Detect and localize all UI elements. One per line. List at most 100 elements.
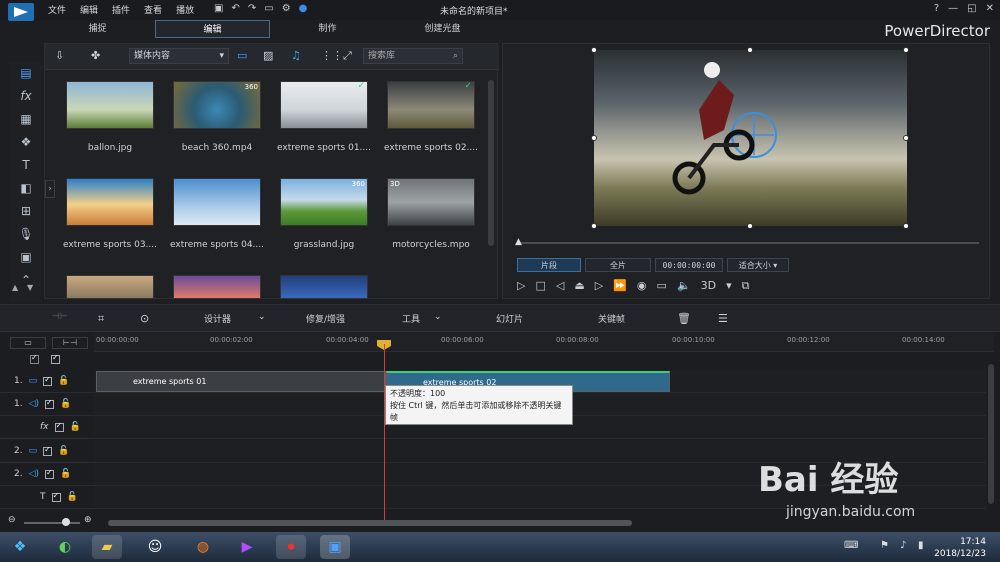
media-thumb-grassland[interactable]: 360 (280, 178, 368, 226)
trash-icon[interactable]: 🗑 (677, 312, 691, 325)
menu-file[interactable]: 文件 (48, 3, 66, 16)
image-filter-icon[interactable]: ▨ (263, 49, 273, 62)
undock-icon[interactable]: ⧉ (742, 279, 750, 293)
preview-seek-bar[interactable] (517, 242, 979, 244)
resize-handle[interactable] (591, 135, 597, 141)
track-enable-checkbox[interactable] (51, 491, 61, 502)
zoom-out-icon[interactable]: ⊖ (8, 515, 16, 525)
media-thumb-partial[interactable] (280, 275, 368, 299)
redo-icon[interactable]: ↷ (248, 3, 256, 14)
tray-network-icon[interactable]: ⚑ (880, 540, 889, 551)
minimize-icon[interactable]: — (948, 3, 958, 14)
tab-produce[interactable]: 制作 (270, 20, 385, 38)
close-icon[interactable]: ✕ (986, 3, 994, 14)
media-thumb-partial[interactable] (173, 275, 261, 299)
taskbar-clock[interactable]: 17:14 2018/12/23 (934, 536, 986, 560)
media-thumb-extreme-02[interactable]: ✓ (387, 81, 475, 129)
split-icon[interactable]: ⏏ (574, 279, 584, 293)
start-button-icon[interactable]: ❖ (4, 535, 36, 559)
library-scrollbar[interactable] (488, 80, 494, 246)
menu-plugins[interactable]: 插件 (112, 3, 130, 16)
transition-room-icon[interactable]: ◧ (10, 177, 42, 200)
aspect-ratio-icon[interactable]: ▭ (264, 3, 273, 14)
qq-icon[interactable]: ☺ (140, 535, 170, 559)
undo-icon[interactable]: ↶ (231, 3, 239, 14)
next-frame-icon[interactable]: ▷ (595, 279, 603, 293)
keyframe-button[interactable]: 关键帧 (598, 312, 625, 325)
media-thumb-extreme-03[interactable] (66, 178, 154, 226)
more-features-icon[interactable]: ☰ (718, 312, 728, 325)
resize-handle[interactable] (591, 223, 597, 229)
help-icon[interactable]: ? (934, 3, 939, 14)
resize-handle[interactable] (747, 47, 753, 53)
settings-gear-icon[interactable]: ⚙ (282, 3, 291, 14)
lock-icon[interactable]: 🔓 (60, 399, 71, 409)
stop-icon[interactable]: □ (535, 279, 545, 293)
media-thumb-extreme-04[interactable] (173, 178, 261, 226)
3d-mode-button[interactable]: 3D (701, 279, 716, 293)
lock-icon[interactable]: 🔓 (70, 422, 81, 432)
enable-all-checkbox[interactable] (51, 353, 60, 364)
track-manager-icon[interactable]: ▭ (10, 337, 46, 349)
powerdirector-taskbar-icon[interactable]: ▣ (320, 535, 350, 559)
media-thumb-extreme-01[interactable]: ✓ (280, 81, 368, 129)
prev-frame-icon[interactable]: ◁ (556, 279, 564, 293)
chevron-down-icon[interactable]: ⌄ (434, 312, 442, 322)
tray-volume-icon[interactable]: ♪ (900, 540, 906, 551)
tab-capture[interactable]: 捕捉 (40, 20, 155, 38)
designer-button[interactable]: 设计器 (204, 312, 231, 325)
timecode-display[interactable]: 00:00:00:00 (655, 258, 723, 272)
media-room-icon[interactable]: ▤ (10, 62, 42, 85)
tray-keyboard-icon[interactable]: ⌨ (844, 540, 858, 551)
timeline-clip[interactable]: extreme sports 01 (96, 371, 386, 392)
crop-icon[interactable]: ⌗ (98, 312, 104, 326)
tab-create-disc[interactable]: 创建光盘 (385, 20, 500, 38)
menu-playback[interactable]: 播放 (176, 3, 194, 16)
track-enable-checkbox[interactable] (45, 398, 55, 409)
play-icon[interactable]: ▷ (517, 279, 525, 293)
chevron-down-icon[interactable]: ⌄ (258, 312, 266, 322)
zoom-slider[interactable] (24, 522, 80, 524)
timeline-v-scrollbar[interactable] (988, 364, 994, 504)
fast-forward-icon[interactable]: ⏩ (613, 279, 627, 293)
fit-timeline-icon[interactable]: ⊢⊣ (52, 337, 88, 349)
voiceover-icon[interactable]: 🎙 (10, 223, 42, 246)
seek-thumb-icon[interactable]: ▲ (515, 237, 522, 247)
scroll-down-icon[interactable]: ▼ (27, 283, 33, 292)
fix-menu-icon[interactable]: ⊙ (140, 312, 149, 325)
chapter-room-icon[interactable]: ▣ (10, 246, 42, 269)
recorder-icon[interactable]: ⏺ (276, 535, 306, 559)
clip-mode-button[interactable]: 片段 (517, 258, 581, 272)
menu-view[interactable]: 查看 (144, 3, 162, 16)
tray-signal-icon[interactable]: ▮ (918, 540, 924, 551)
media-thumb-motorcycles[interactable]: 3D (387, 178, 475, 226)
title-room-icon[interactable]: T (10, 154, 42, 177)
menu-edit[interactable]: 编辑 (80, 3, 98, 16)
media-player-icon[interactable]: ▶ (232, 535, 262, 559)
account-icon[interactable]: ● (299, 3, 308, 14)
slideshow-button[interactable]: 幻灯片 (496, 312, 523, 325)
audio-mixing-icon[interactable]: ⊞ (10, 200, 42, 223)
zoom-slider-thumb[interactable] (62, 518, 70, 526)
pip-room-icon[interactable]: ▦ (10, 108, 42, 131)
link-icon[interactable]: ⊣⊢ (52, 312, 68, 322)
resize-handle[interactable] (903, 223, 909, 229)
lock-icon[interactable]: 🔓 (58, 376, 69, 386)
fx-room-icon[interactable]: fx (10, 85, 42, 108)
browser-360-icon[interactable]: ◐ (50, 535, 80, 559)
movie-mode-button[interactable]: 全片 (585, 258, 651, 272)
subtitle-icon[interactable]: ▭ (657, 279, 667, 293)
media-thumb-partial[interactable] (66, 275, 154, 299)
restore-icon[interactable]: ◱ (967, 3, 976, 14)
tab-edit[interactable]: 编辑 (155, 20, 270, 38)
resize-handle[interactable] (903, 47, 909, 53)
resize-handle[interactable] (591, 47, 597, 53)
fit-size-dropdown[interactable]: 适合大小 ▾ (727, 258, 789, 272)
plugin-icon[interactable]: ✤ (91, 49, 100, 62)
tools-button[interactable]: 工具 (402, 312, 420, 325)
video-filter-icon[interactable]: ▭ (237, 49, 247, 62)
track-enable-checkbox[interactable] (43, 445, 53, 456)
media-thumb-ballon[interactable] (66, 81, 154, 129)
expand-icon[interactable]: ⤢ (343, 49, 352, 63)
zoom-in-icon[interactable]: ⊕ (84, 515, 92, 525)
